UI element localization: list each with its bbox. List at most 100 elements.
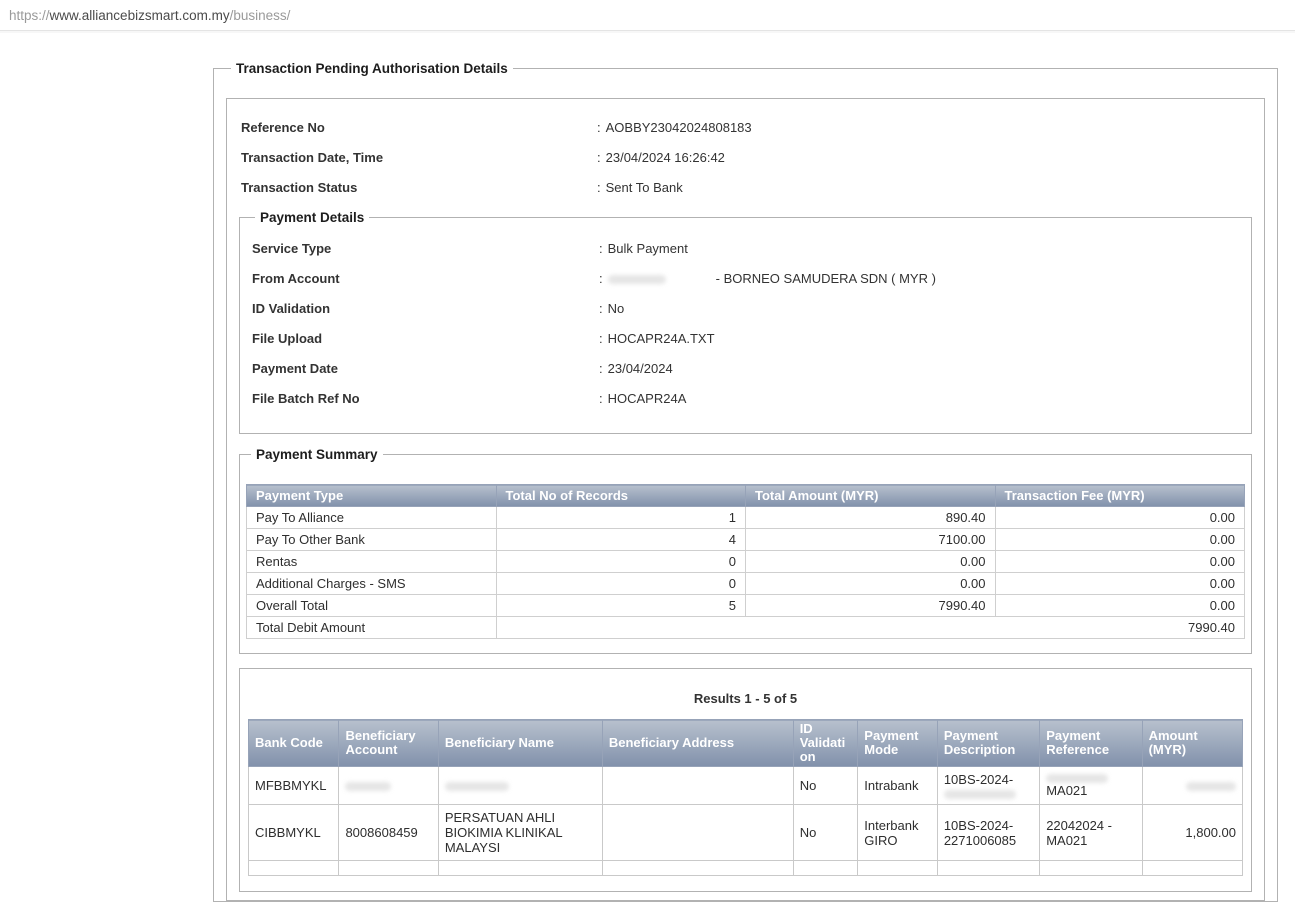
- detail-separator: :: [599, 331, 603, 347]
- payment-details-rows: Service Type:Bulk PaymentFrom Account:- …: [250, 225, 1241, 433]
- payment-details-section: Payment Details Service Type:Bulk Paymen…: [239, 210, 1252, 434]
- results-row-partial: [249, 861, 1243, 876]
- results-cell-text: No: [800, 825, 817, 840]
- payment-summary-table: Payment TypeTotal No of RecordsTotal Amo…: [246, 484, 1245, 639]
- results-header-cell: Beneficiary Account: [339, 720, 438, 767]
- detail-row: File Upload: HOCAPR24A.TXT: [252, 331, 1241, 347]
- results-cell: [858, 861, 938, 876]
- summary-cell: Rentas: [247, 551, 497, 573]
- results-cell: [249, 861, 339, 876]
- summary-total-row: Total Debit Amount7990.40: [247, 617, 1245, 639]
- payment-summary-legend: Payment Summary: [251, 447, 383, 462]
- redacted-blur: [944, 790, 1016, 799]
- redacted-blur: [345, 782, 391, 791]
- summary-cell: 0.00: [995, 551, 1245, 573]
- detail-separator: :: [597, 150, 601, 166]
- detail-label: Payment Date: [252, 361, 599, 377]
- results-cell: No: [793, 805, 858, 861]
- summary-cell: Overall Total: [247, 595, 497, 617]
- url-domain: www.alliancebizsmart.com.my: [50, 8, 230, 23]
- detail-value: No: [608, 301, 625, 317]
- results-cell: Interbank GIRO: [858, 805, 938, 861]
- summary-row: Additional Charges - SMS00.000.00: [247, 573, 1245, 595]
- results-cell-text: MA021: [1046, 783, 1087, 798]
- page-content: Transaction Pending Authorisation Detail…: [0, 31, 1295, 902]
- summary-cell: 7990.40: [746, 595, 996, 617]
- summary-cell: 0.00: [995, 529, 1245, 551]
- detail-label: File Batch Ref No: [252, 391, 599, 407]
- results-header-row: Bank CodeBeneficiary AccountBeneficiary …: [249, 720, 1243, 767]
- detail-separator: :: [597, 180, 601, 196]
- results-cell-text: 8008608459: [345, 825, 417, 840]
- results-cell: No: [793, 767, 858, 805]
- summary-total-label: Total Debit Amount: [247, 617, 497, 639]
- detail-row: ID Validation:No: [252, 301, 1241, 317]
- results-cell: [438, 861, 602, 876]
- results-cell: Intrabank: [858, 767, 938, 805]
- detail-value: HOCAPR24A.TXT: [608, 331, 715, 347]
- summary-header-cell: Transaction Fee (MYR): [995, 485, 1245, 507]
- results-cell-text: 1,800.00: [1185, 825, 1236, 840]
- summary-cell: 5: [496, 595, 746, 617]
- detail-label: Transaction Date, Time: [241, 150, 597, 166]
- results-cell-text: PERSATUAN AHLI BIOKIMIA KLINIKAL MALAYSI: [445, 810, 562, 855]
- results-cell: 10BS-2024-: [937, 767, 1039, 805]
- address-bar[interactable]: https://www.alliancebizsmart.com.my/busi…: [0, 0, 1295, 31]
- results-cell: [602, 767, 793, 805]
- results-row: CIBBMYKL 8008608459 PERSATUAN AHLI BIOKIMI…: [249, 805, 1243, 861]
- summary-cell: 1: [496, 507, 746, 529]
- redacted-blur: [608, 275, 666, 284]
- results-header-cell: Payment Description: [937, 720, 1039, 767]
- results-cell-text: 10BS-2024-: [944, 772, 1013, 787]
- detail-label: Service Type: [252, 241, 599, 257]
- detail-row: File Batch Ref No:HOCAPR24A: [252, 391, 1241, 407]
- summary-row: Overall Total57990.400.00: [247, 595, 1245, 617]
- detail-separator: :: [597, 120, 601, 136]
- detail-label: Transaction Status: [241, 180, 597, 196]
- results-header-cell: ID Validation: [793, 720, 858, 767]
- summary-cell: 0.00: [995, 595, 1245, 617]
- details-panel: Reference No: AOBBY23042024808183 Transact…: [226, 98, 1265, 901]
- summary-cell: 0.00: [746, 573, 996, 595]
- summary-cell: 0.00: [995, 507, 1245, 529]
- results-cell: [937, 861, 1039, 876]
- results-cell: 22042024 - MA021: [1040, 805, 1142, 861]
- results-cell: [602, 861, 793, 876]
- summary-cell: 890.40: [746, 507, 996, 529]
- detail-label: File Upload: [252, 331, 599, 347]
- results-cell-text: CIBBMYKL: [255, 825, 321, 840]
- summary-header-cell: Payment Type: [247, 485, 497, 507]
- results-cell: 8008608459: [339, 805, 438, 861]
- summary-total-value: 7990.40: [496, 617, 1245, 639]
- results-cell-text: 10BS-2024-2271006085: [944, 818, 1016, 848]
- detail-value: AOBBY23042024808183: [606, 120, 752, 136]
- url-path: /business/: [230, 8, 291, 23]
- detail-value: Bulk Payment: [608, 241, 688, 257]
- redacted-blur: [1046, 774, 1108, 783]
- results-cell-text: No: [800, 778, 817, 793]
- summary-header-cell: Total No of Records: [496, 485, 746, 507]
- detail-value: 23/04/2024 16:26:42: [606, 150, 725, 166]
- results-cell: MA021: [1040, 767, 1142, 805]
- detail-row: Reference No: AOBBY23042024808183: [241, 120, 1252, 136]
- summary-cell: 0.00: [995, 573, 1245, 595]
- summary-cell: 7100.00: [746, 529, 996, 551]
- results-header-cell: Amount (MYR): [1142, 720, 1242, 767]
- summary-cell: Pay To Other Bank: [247, 529, 497, 551]
- detail-row: Service Type:Bulk Payment: [252, 241, 1241, 257]
- transaction-pending-authorisation-section: Transaction Pending Authorisation Detail…: [213, 61, 1278, 902]
- transaction-info-rows: Reference No: AOBBY23042024808183 Transact…: [239, 120, 1252, 196]
- results-header-cell: Payment Mode: [858, 720, 938, 767]
- page-title: Transaction Pending Authorisation Detail…: [231, 61, 513, 76]
- detail-row: Transaction Status:Sent To Bank: [241, 180, 1252, 196]
- detail-separator: :: [599, 361, 603, 377]
- detail-separator: :: [599, 391, 603, 407]
- results-cell: MFBBMYKL: [249, 767, 339, 805]
- detail-label: ID Validation: [252, 301, 599, 317]
- results-cell: [339, 767, 438, 805]
- results-cell: CIBBMYKL: [249, 805, 339, 861]
- results-cell-text: 22042024 - MA021: [1046, 818, 1112, 848]
- detail-value: - BORNEO SAMUDERA SDN ( MYR ): [716, 271, 936, 287]
- detail-value: 23/04/2024: [608, 361, 673, 377]
- detail-label: Reference No: [241, 120, 597, 136]
